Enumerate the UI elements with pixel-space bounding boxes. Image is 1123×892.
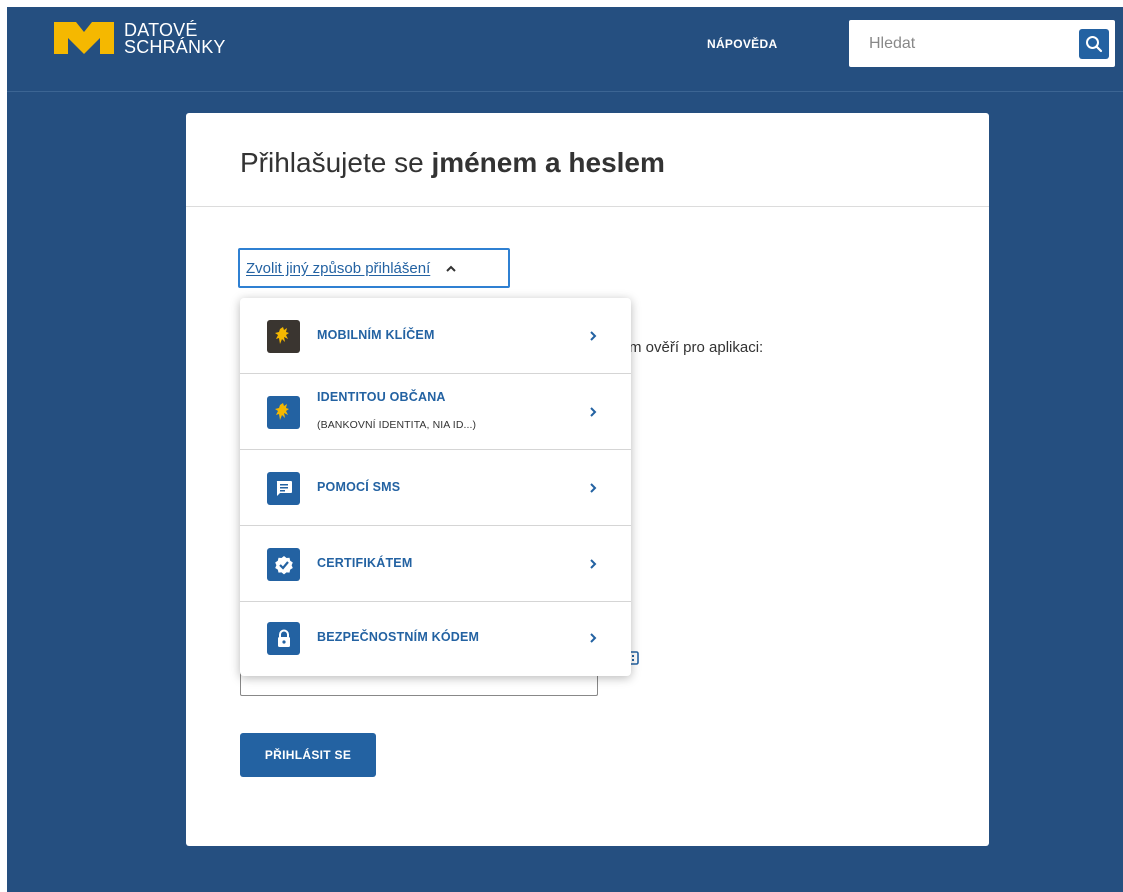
chevron-right-icon [590, 483, 597, 493]
background-instruction-text: m ověří pro aplikaci: [629, 339, 764, 356]
chevron-right-icon [590, 331, 597, 341]
login-method-toggle[interactable]: Zvolit jiný způsob přihlášení [238, 248, 510, 288]
logo-line-2: SCHRÁNKY [124, 37, 226, 57]
menu-item-label: IDENTITOU OBČANA [317, 390, 446, 404]
logo[interactable]: DATOVÉ SCHRÁNKY [54, 21, 226, 57]
verified-badge-icon [267, 548, 300, 581]
menu-item-label: CERTIFIKÁTEM [317, 556, 413, 570]
lion-emblem-icon [267, 396, 300, 429]
menu-item-sms[interactable]: POMOCÍ SMS [240, 450, 631, 526]
chevron-right-icon [590, 559, 597, 569]
lock-icon [267, 622, 300, 655]
chevron-up-icon [446, 265, 456, 272]
chevron-right-icon [590, 407, 597, 417]
logo-icon [54, 22, 114, 54]
menu-item-security-code[interactable]: BEZPEČNOSTNÍM KÓDEM [240, 602, 631, 678]
login-method-menu: MOBILNÍM KLÍČEM IDENTITOU OBČANA (BANKOV… [240, 298, 631, 676]
login-button[interactable]: PŘIHLÁSIT SE [240, 733, 376, 777]
menu-item-label: MOBILNÍM KLÍČEM [317, 328, 435, 342]
lion-emblem-icon [267, 320, 300, 353]
header: DATOVÉ SCHRÁNKY NÁPOVĚDA [7, 7, 1123, 92]
title-bold: jménem a heslem [431, 147, 665, 178]
menu-item-certificate[interactable]: CERTIFIKÁTEM [240, 526, 631, 602]
page-background: DATOVÉ SCHRÁNKY NÁPOVĚDA Přihlašujete se… [7, 7, 1123, 892]
login-method-toggle-label: Zvolit jiný způsob přihlášení [246, 259, 431, 277]
menu-item-citizen-identity[interactable]: IDENTITOU OBČANA (BANKOVNÍ IDENTITA, NIA… [240, 374, 631, 450]
search-box [849, 20, 1115, 67]
menu-item-label: BEZPEČNOSTNÍM KÓDEM [317, 630, 480, 644]
help-link[interactable]: NÁPOVĚDA [707, 37, 777, 51]
logo-text: DATOVÉ SCHRÁNKY [124, 21, 226, 57]
card-header: Přihlašujete se jménem a heslem [186, 113, 989, 207]
menu-item-sublabel: (BANKOVNÍ IDENTITA, NIA ID...) [317, 419, 477, 431]
message-icon [267, 472, 300, 505]
chevron-right-icon [590, 633, 597, 643]
page-title: Přihlašujete se jménem a heslem [240, 147, 665, 179]
menu-item-mobile-key[interactable]: MOBILNÍM KLÍČEM [240, 298, 631, 374]
title-prefix: Přihlašujete se [240, 147, 432, 178]
search-input[interactable] [867, 30, 1061, 58]
menu-item-label: POMOCÍ SMS [317, 480, 401, 494]
search-icon [1086, 36, 1103, 53]
search-button[interactable] [1079, 29, 1109, 59]
